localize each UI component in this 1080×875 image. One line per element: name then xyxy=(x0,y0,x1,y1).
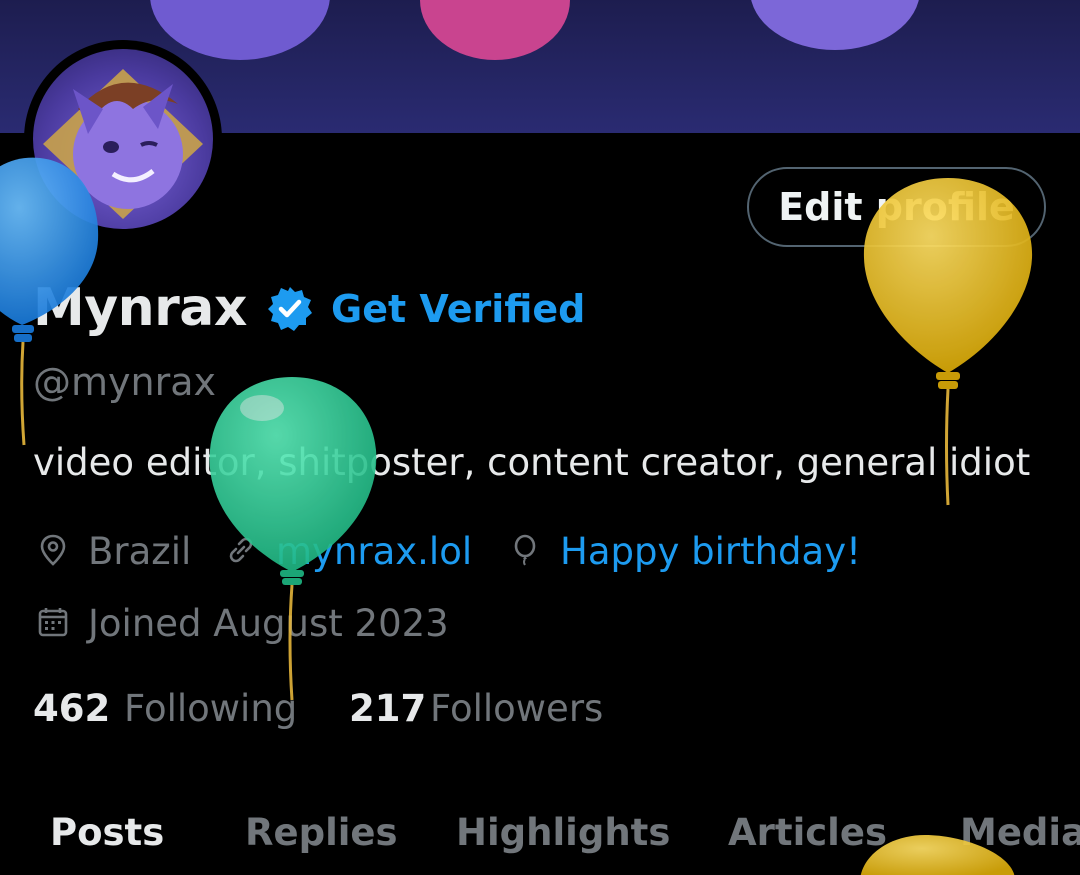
tab-articles[interactable]: Articles xyxy=(728,808,887,858)
edit-profile-button[interactable]: Edit profile xyxy=(747,167,1046,247)
birthday-link[interactable]: Happy birthday! xyxy=(560,530,861,574)
website-link[interactable]: mynrax.lol xyxy=(276,530,472,574)
avatar[interactable] xyxy=(33,49,213,229)
followers-count[interactable]: 217 xyxy=(349,687,426,731)
tab-media[interactable]: Media xyxy=(960,808,1080,858)
link-icon xyxy=(229,537,253,563)
display-name: Mynrax xyxy=(33,278,247,338)
verified-badge-icon[interactable] xyxy=(266,285,314,333)
avatar-image xyxy=(43,69,203,219)
tab-replies[interactable]: Replies xyxy=(245,808,398,858)
joined-date: Joined August 2023 xyxy=(88,602,449,645)
tab-highlights[interactable]: Highlights xyxy=(456,808,670,858)
calendar-icon xyxy=(38,608,68,637)
following-count[interactable]: 462 xyxy=(33,687,110,731)
followers-label[interactable]: Followers xyxy=(430,687,603,731)
following-label[interactable]: Following xyxy=(124,687,297,731)
balloon-icon xyxy=(514,534,536,566)
location-text: Brazil xyxy=(88,530,192,573)
location-pin-icon xyxy=(40,534,66,566)
username-handle: @mynrax xyxy=(33,360,216,404)
tab-posts[interactable]: Posts xyxy=(50,808,164,858)
get-verified-link[interactable]: Get Verified xyxy=(331,287,585,331)
bio-text: video editor, shitposter, content creato… xyxy=(33,441,1031,484)
